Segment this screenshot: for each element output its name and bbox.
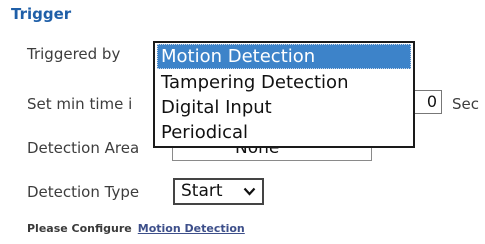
- chevron-down-icon: [243, 187, 256, 196]
- configure-prefix: Please Configure: [27, 222, 132, 235]
- motion-detection-link[interactable]: Motion Detection: [138, 222, 245, 235]
- detection-area-label: Detection Area: [27, 139, 140, 157]
- triggered-by-dropdown[interactable]: Motion Detection Tampering Detection Dig…: [153, 41, 415, 148]
- option-periodical[interactable]: Periodical: [157, 120, 411, 145]
- option-tampering-detection[interactable]: Tampering Detection: [157, 70, 411, 95]
- min-time-label: Set min time i: [27, 95, 133, 113]
- option-digital-input[interactable]: Digital Input: [157, 95, 411, 120]
- triggered-by-label: Triggered by: [27, 45, 121, 63]
- option-motion-detection[interactable]: Motion Detection: [157, 44, 411, 69]
- detection-type-select[interactable]: Start: [173, 178, 264, 205]
- detection-type-value: Start: [181, 181, 223, 201]
- detection-type-label: Detection Type: [27, 183, 140, 201]
- section-title: Trigger: [11, 5, 72, 23]
- configure-note: Please Configure Motion Detection: [27, 222, 245, 235]
- min-time-unit: Sec: [452, 95, 479, 113]
